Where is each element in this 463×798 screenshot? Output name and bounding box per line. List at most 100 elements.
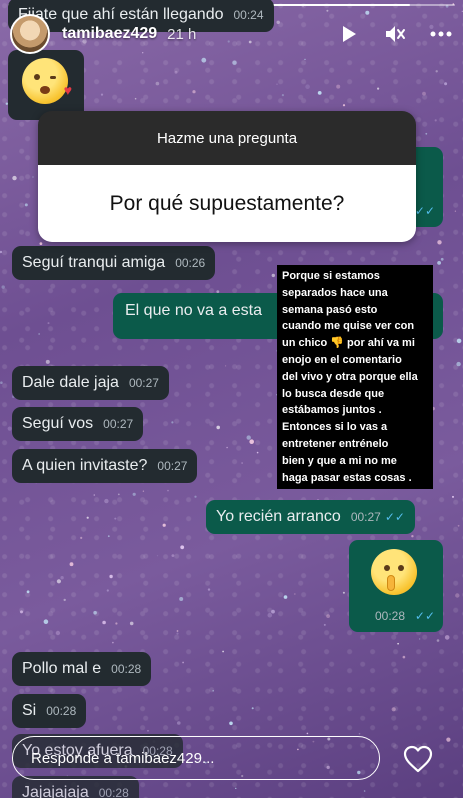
glitter-sparkle xyxy=(179,597,184,601)
glitter-sparkle xyxy=(436,639,440,642)
message-bubble: Dale dale jaja 00:27 xyxy=(12,366,169,400)
heart-icon[interactable] xyxy=(401,742,435,776)
caption-line: lo busca desde que xyxy=(282,387,385,400)
glitter-sparkle xyxy=(425,132,428,135)
glitter-sparkle xyxy=(109,574,113,579)
glitter-sparkle xyxy=(201,57,207,63)
glitter-sparkle xyxy=(93,494,96,496)
glitter-sparkle xyxy=(411,535,414,538)
glitter-sparkle xyxy=(391,707,396,712)
glitter-sparkle xyxy=(251,707,254,710)
glitter-sparkle xyxy=(271,273,275,278)
glitter-sparkle xyxy=(80,536,83,540)
glitter-sparkle xyxy=(232,60,237,65)
message-time: 00:28 xyxy=(46,704,77,718)
glitter-sparkle xyxy=(342,591,345,594)
message-time: 00:27 xyxy=(157,459,188,473)
glitter-sparkle xyxy=(455,593,460,598)
caption-line: bien y que a mi no me xyxy=(282,454,397,467)
glitter-sparkle xyxy=(43,619,49,624)
message-text: El que no va a esta xyxy=(125,302,262,319)
message-text: Jajajajaja xyxy=(22,784,89,798)
glitter-sparkle xyxy=(456,338,462,344)
glitter-sparkle xyxy=(326,614,330,618)
glitter-sparkle xyxy=(107,535,110,538)
glitter-sparkle xyxy=(26,590,30,594)
glitter-sparkle xyxy=(155,81,160,86)
message-bubble: Pollo mal e 00:28 xyxy=(12,652,152,686)
glitter-sparkle xyxy=(446,737,451,742)
glitter-sparkle xyxy=(24,203,28,207)
caption-line: Entonces si lo vas a xyxy=(282,421,388,434)
read-ticks: ✓✓ xyxy=(414,204,435,218)
question-sticker[interactable]: Hazme una pregunta Por qué supuestamente… xyxy=(38,111,416,242)
glitter-sparkle xyxy=(452,495,454,498)
glitter-sparkle xyxy=(241,462,243,464)
message-bubble: Seguí vos 00:27 xyxy=(12,407,144,441)
message-time: 00:27 xyxy=(103,417,134,431)
glitter-sparkle xyxy=(304,58,306,61)
question-sticker-header: Hazme una pregunta xyxy=(38,111,416,165)
reply-placeholder: Responde a tamibaez429... xyxy=(31,749,215,767)
glitter-sparkle xyxy=(47,322,50,325)
more-icon[interactable] xyxy=(429,22,453,46)
glitter-sparkle xyxy=(437,261,441,265)
avatar[interactable] xyxy=(10,14,50,54)
glitter-sparkle xyxy=(134,97,137,100)
glitter-sparkle xyxy=(117,493,120,496)
glitter-sparkle xyxy=(192,90,196,94)
glitter-sparkle xyxy=(162,523,166,527)
reply-input[interactable]: Responde a tamibaez429... xyxy=(12,736,380,780)
caption-line: entretener entrénelo xyxy=(282,437,389,450)
glitter-sparkle xyxy=(45,359,50,364)
glitter-sparkle xyxy=(0,381,3,385)
glitter-sparkle xyxy=(422,91,426,96)
glitter-sparkle xyxy=(38,333,40,335)
message-bubble: ♥ xyxy=(8,50,84,120)
caption-line: haga pasar estas cosas . xyxy=(282,471,412,484)
glitter-sparkle xyxy=(437,240,442,245)
message-text: A quien invitaste? xyxy=(22,457,148,474)
message-time: 00:28 xyxy=(111,662,142,676)
glitter-sparkle xyxy=(225,365,227,367)
username[interactable]: tamibaez429 xyxy=(62,25,157,43)
glitter-sparkle xyxy=(377,87,380,90)
message-text: Dale dale jaja xyxy=(22,374,119,391)
glitter-sparkle xyxy=(326,9,329,12)
message-time: 00:28 xyxy=(375,609,406,623)
glitter-sparkle xyxy=(20,610,23,614)
shushing-face-icon xyxy=(371,549,417,595)
question-sticker-text: Por qué supuestamente? xyxy=(38,165,416,242)
message-text: Seguí vos xyxy=(22,415,94,432)
glitter-sparkle xyxy=(182,661,185,664)
glitter-sparkle xyxy=(56,579,62,584)
glitter-sparkle xyxy=(93,610,97,615)
glitter-sparkle xyxy=(212,690,214,692)
glitter-sparkle xyxy=(0,250,3,254)
glitter-sparkle xyxy=(456,361,461,367)
glitter-sparkle xyxy=(176,630,179,632)
glitter-sparkle xyxy=(216,425,220,430)
message-bubble: A quien invitaste? 00:27 xyxy=(12,449,198,483)
message-text: Si xyxy=(22,702,37,719)
message-time: 00:28 xyxy=(98,786,129,798)
play-icon[interactable] xyxy=(337,22,361,46)
glitter-sparkle xyxy=(256,451,259,454)
glitter-sparkle xyxy=(305,84,310,89)
glitter-sparkle xyxy=(271,609,275,614)
message-time: 00:27 xyxy=(350,510,381,524)
caption-line: cuando me quise ver con xyxy=(282,320,415,333)
glitter-sparkle xyxy=(176,632,179,635)
glitter-sparkle xyxy=(317,91,322,95)
glitter-sparkle xyxy=(402,655,406,659)
glitter-sparkle xyxy=(207,588,211,591)
message-bubble: Seguí tranqui amiga 00:26 xyxy=(12,246,216,280)
glitter-sparkle xyxy=(177,721,181,725)
glitter-sparkle xyxy=(39,242,43,246)
caption-line: un chico 👎 por ahí va mi xyxy=(282,337,415,350)
glitter-sparkle xyxy=(249,439,254,445)
glitter-sparkle xyxy=(435,70,438,73)
glitter-sparkle xyxy=(142,490,145,492)
mute-icon[interactable] xyxy=(383,22,407,46)
glitter-sparkle xyxy=(114,517,117,520)
